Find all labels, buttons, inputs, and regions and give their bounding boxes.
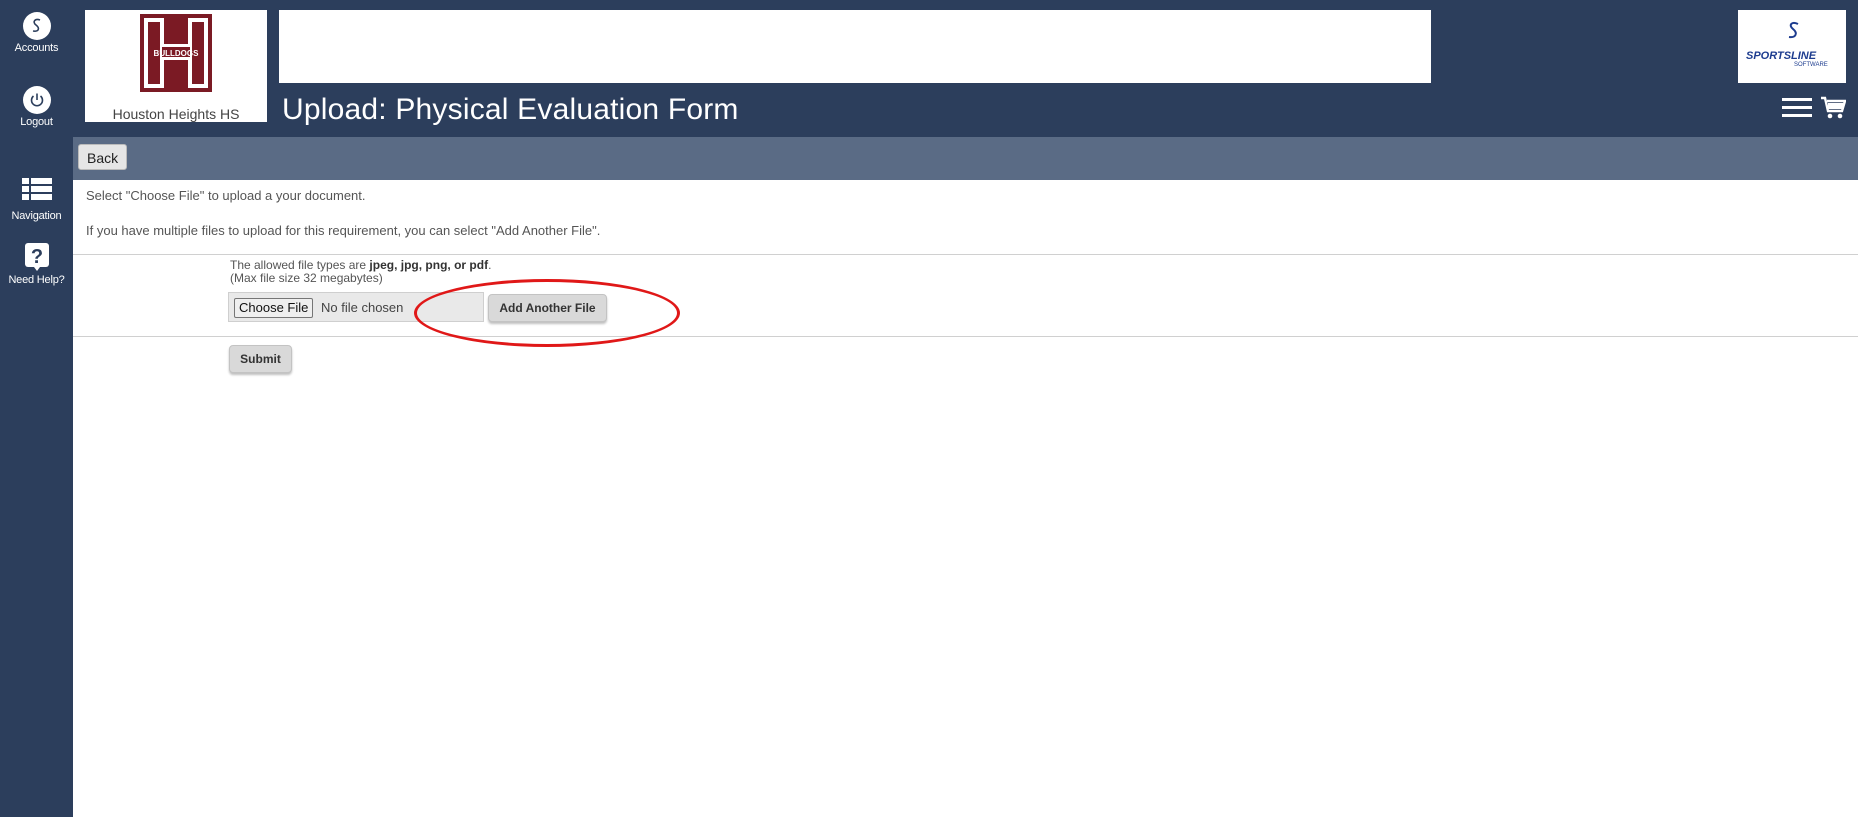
accounts-icon bbox=[22, 12, 51, 40]
left-rail: Accounts Logout Navigation ? Need Help? bbox=[0, 0, 73, 817]
divider-bottom bbox=[73, 336, 1858, 337]
power-icon bbox=[22, 86, 51, 114]
allowed-prefix: The allowed file types are bbox=[230, 258, 367, 272]
accounts-button[interactable]: Accounts bbox=[0, 12, 73, 54]
intro-text-multiple: If you have multiple files to upload for… bbox=[86, 223, 601, 238]
allowed-types: jpeg, jpg, png, or pdf bbox=[369, 258, 489, 272]
question-icon: ? bbox=[24, 242, 50, 272]
navigation-button[interactable]: Navigation bbox=[0, 178, 73, 222]
intro-text-choose: Select "Choose File" to upload a your do… bbox=[86, 188, 366, 203]
school-logo: BULLDOGS bbox=[140, 14, 212, 92]
no-file-chosen-text: No file chosen bbox=[321, 300, 404, 315]
school-name: Houston Heights HS bbox=[112, 106, 240, 122]
svg-text:?: ? bbox=[30, 246, 42, 268]
choose-file-button[interactable]: Choose File bbox=[234, 298, 314, 318]
banner-area bbox=[279, 10, 1431, 83]
list-icon bbox=[21, 178, 52, 206]
page-header: BULLDOGS Houston Heights HS Upload: Phys… bbox=[73, 0, 1858, 137]
max-file-size-text: (Max file size 32 megabytes) bbox=[230, 271, 383, 285]
submit-button[interactable]: Submit bbox=[229, 345, 292, 373]
add-another-file-button[interactable]: Add Another File bbox=[488, 294, 607, 322]
school-card[interactable]: BULLDOGS Houston Heights HS bbox=[85, 10, 267, 122]
cart-icon[interactable] bbox=[1820, 95, 1847, 126]
logout-label: Logout bbox=[20, 116, 53, 128]
logout-button[interactable]: Logout bbox=[0, 86, 73, 128]
vendor-name: SPORTSLINE bbox=[1746, 50, 1817, 62]
accounts-label: Accounts bbox=[14, 42, 59, 54]
divider-top bbox=[73, 254, 1858, 255]
allowed-suffix: . bbox=[488, 258, 492, 272]
navigation-label: Navigation bbox=[11, 210, 62, 222]
hamburger-menu-icon[interactable] bbox=[1782, 97, 1812, 124]
back-button[interactable]: Back bbox=[78, 144, 128, 170]
file-input[interactable]: Choose File No file chosen bbox=[228, 292, 484, 322]
help-button[interactable]: ? Need Help? bbox=[0, 242, 73, 286]
allowed-types-text: The allowed file types are jpeg, jpg, pn… bbox=[230, 259, 491, 271]
logo-text: BULLDOGS bbox=[154, 49, 200, 58]
sportsline-swoosh-icon bbox=[1788, 21, 1799, 39]
toolbar: Back bbox=[73, 137, 1858, 180]
sportsline-logo[interactable]: SPORTSLINE SOFTWARE bbox=[1738, 10, 1846, 83]
page-title: Upload: Physical Evaluation Form bbox=[282, 93, 739, 126]
vendor-subtitle: SOFTWARE bbox=[1794, 62, 1828, 68]
help-label: Need Help? bbox=[8, 274, 65, 286]
